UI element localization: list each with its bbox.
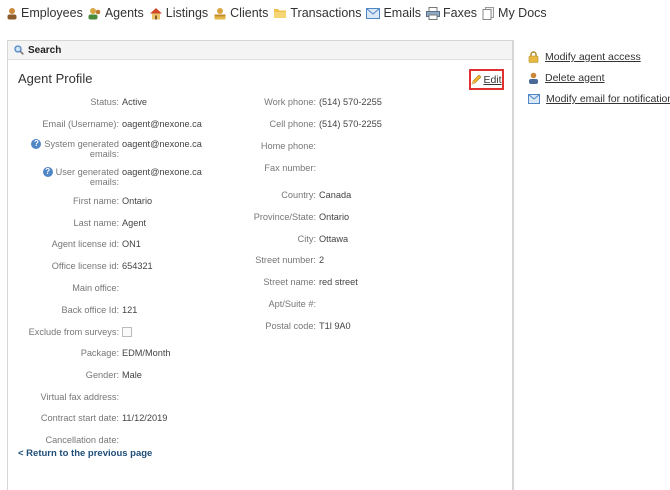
- edit-button[interactable]: Edit: [469, 69, 504, 90]
- cancellation-value: [119, 435, 122, 445]
- work-phone-label: Work phone:: [264, 97, 316, 107]
- postal-code-value: T1l 9A0: [319, 321, 351, 331]
- city-label: City:: [297, 234, 316, 244]
- nav-emails-label: Emails: [383, 6, 421, 20]
- package-label: Package:: [80, 348, 119, 358]
- nav-transactions-label: Transactions: [290, 6, 362, 20]
- contract-start-value: 11/12/2019: [122, 413, 168, 423]
- postal-code-label: Postal code:: [265, 321, 316, 331]
- apt-suite-label: Apt/Suite #:: [268, 299, 317, 309]
- nav-agents-label: Agents: [104, 6, 144, 20]
- nav-agents[interactable]: Agents: [88, 6, 144, 20]
- gender-label: Gender:: [85, 370, 119, 380]
- documents-icon: [482, 6, 495, 20]
- house-icon: [149, 7, 162, 19]
- fax-number-label: Fax number:: [264, 163, 316, 173]
- page-title: Agent Profile: [18, 71, 93, 86]
- nav-faxes[interactable]: Faxes: [425, 6, 478, 20]
- field-work-phone: Work phone: (514) 570-2255: [8, 97, 382, 107]
- pencil-icon: [472, 74, 482, 85]
- envelope-icon: [528, 94, 540, 104]
- field-cancellation: Cancellation date:: [8, 435, 122, 445]
- field-city: City: Ottawa: [8, 234, 348, 244]
- delete-agent-link[interactable]: Delete agent: [528, 72, 605, 84]
- return-previous-page-link[interactable]: < Return to the previous page: [18, 448, 152, 459]
- field-fax-number: Fax number:: [8, 163, 319, 173]
- delete-agent-label: Delete agent: [545, 72, 605, 84]
- modify-agent-access-link[interactable]: Modify agent access: [528, 51, 641, 63]
- envelope-icon: [366, 7, 381, 19]
- agent-icon: [529, 72, 538, 84]
- cancellation-label: Cancellation date:: [45, 435, 119, 445]
- fax-number-value: [316, 163, 319, 173]
- field-province: Province/State: Ontario: [8, 212, 349, 222]
- user-emails-label-2: emails:: [89, 177, 119, 187]
- home-phone-label: Home phone:: [260, 141, 316, 151]
- field-country: Country: Canada: [8, 190, 351, 200]
- printer-icon: [425, 6, 440, 20]
- top-nav: Employees Agents Listings Clients Transa…: [0, 0, 670, 26]
- agent-profile-panel: Search Agent Profile Edit Status: Active…: [7, 40, 513, 490]
- nav-listings-label: Listings: [165, 6, 209, 20]
- nav-my-docs[interactable]: My Docs: [482, 6, 547, 20]
- street-number-value: 2: [319, 255, 325, 265]
- field-street-name: Street name: red street: [8, 277, 358, 287]
- field-contract-start: Contract start date: 11/12/2019: [8, 413, 167, 423]
- nav-clients-label: Clients: [230, 6, 269, 20]
- lock-icon: [528, 51, 539, 63]
- work-phone-value: (514) 570-2255: [319, 97, 382, 107]
- field-street-number: Street number: 2: [8, 255, 324, 265]
- cell-phone-value: (514) 570-2255: [319, 119, 382, 129]
- field-postal-code: Postal code: T1l 9A0: [8, 321, 351, 331]
- virtual-fax-label: Virtual fax address:: [40, 392, 119, 402]
- modify-agent-access-label: Modify agent access: [545, 51, 641, 63]
- province-label: Province/State:: [253, 212, 316, 222]
- employee-icon: [7, 7, 17, 19]
- nav-clients[interactable]: Clients: [213, 6, 268, 20]
- field-apt-suite: Apt/Suite #:: [8, 299, 319, 309]
- modify-email-notifications-link[interactable]: Modify email for notifications: [528, 93, 670, 105]
- street-number-label: Street number:: [255, 255, 316, 265]
- field-gender: Gender: Male: [8, 370, 142, 380]
- virtual-fax-value: [119, 392, 122, 402]
- package-value: EDM/Month: [122, 348, 171, 358]
- nav-employees[interactable]: Employees: [6, 6, 83, 20]
- clients-icon: [214, 7, 226, 19]
- folder-icon: [274, 9, 287, 18]
- field-package: Package: EDM/Month: [8, 348, 171, 358]
- nav-transactions[interactable]: Transactions: [273, 6, 361, 20]
- nav-listings[interactable]: Listings: [149, 6, 208, 20]
- gender-value: Male: [122, 370, 142, 380]
- nav-my-docs-label: My Docs: [498, 6, 547, 20]
- field-cell-phone: Cell phone: (514) 570-2255: [8, 119, 382, 129]
- street-name-value: red street: [319, 277, 358, 287]
- province-value: Ontario: [319, 212, 350, 222]
- agents-icon: [88, 7, 101, 19]
- field-virtual-fax: Virtual fax address:: [8, 392, 122, 402]
- nav-employees-label: Employees: [21, 6, 83, 20]
- city-value: Ottawa: [319, 234, 349, 244]
- search-toggle[interactable]: Search: [8, 41, 512, 60]
- edit-label: Edit: [483, 73, 502, 86]
- nav-emails[interactable]: Emails: [366, 6, 421, 20]
- cell-phone-label: Cell phone:: [269, 119, 316, 129]
- apt-suite-value: [316, 299, 319, 309]
- street-name-label: Street name:: [263, 277, 316, 287]
- nav-faxes-label: Faxes: [442, 6, 478, 20]
- contract-start-label: Contract start date:: [40, 413, 119, 423]
- action-sidebar: Modify agent access Delete agent Modify …: [513, 40, 670, 490]
- search-icon: [14, 45, 24, 55]
- country-label: Country:: [281, 190, 316, 200]
- field-home-phone: Home phone:: [8, 141, 319, 151]
- search-label: Search: [28, 44, 62, 56]
- home-phone-value: [316, 141, 319, 151]
- country-value: Canada: [319, 190, 352, 200]
- modify-email-notifications-label: Modify email for notifications: [546, 93, 670, 105]
